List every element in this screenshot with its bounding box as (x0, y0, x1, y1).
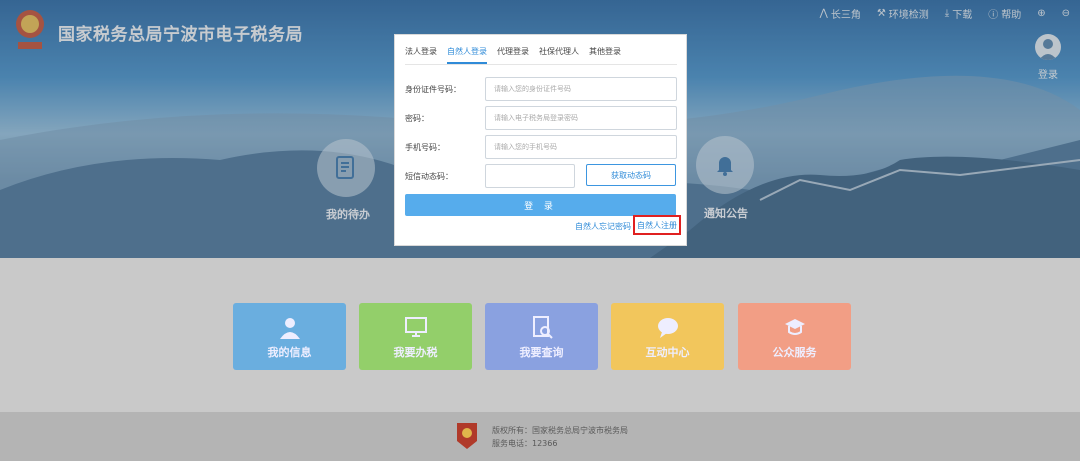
monitor-icon (404, 316, 427, 337)
tab-other[interactable]: 其他登录 (589, 45, 621, 64)
graduation-cap-icon (784, 318, 805, 335)
tile-interaction[interactable]: 互动中心 (611, 303, 724, 370)
password-input[interactable]: 请输入电子税务局登录密码 (485, 106, 677, 130)
password-row: 密码： 请输入电子税务局登录密码 (405, 106, 677, 130)
sms-code-input[interactable] (485, 164, 575, 188)
person-icon (279, 317, 300, 339)
id-input[interactable]: 请输入您的身份证件号码 (485, 77, 677, 101)
tile-query[interactable]: 我要查询 (485, 303, 598, 370)
tab-natural-person[interactable]: 自然人登录 (447, 45, 487, 64)
tile-tax-handle[interactable]: 我要办税 (359, 303, 472, 370)
tile-my-info[interactable]: 我的信息 (233, 303, 346, 370)
footer-emblem-logo (457, 423, 477, 449)
get-code-button[interactable]: 获取动态码 (586, 164, 676, 186)
forgot-password-link[interactable]: 自然人忘记密码 (575, 221, 631, 232)
id-label: 身份证件号码： (405, 84, 461, 94)
chat-bubble-icon (657, 317, 678, 338)
tile-public-service[interactable]: 公众服务 (738, 303, 851, 370)
id-row: 身份证件号码： 请输入您的身份证件号码 (405, 77, 677, 101)
tab-agent[interactable]: 代理登录 (497, 45, 529, 64)
login-dialog: 法人登录 自然人登录 代理登录 社保代理人 其他登录 身份证件号码： 请输入您的… (394, 34, 687, 246)
footer-text: 版权所有：国家税务总局宁波市税务局 服务电话：12366 (492, 424, 628, 450)
login-submit-button[interactable]: 登 录 (405, 194, 676, 216)
footer-copyright: 版权所有：国家税务总局宁波市税务局 (492, 426, 628, 435)
tab-social-agent[interactable]: 社保代理人 (539, 45, 579, 64)
footer-phone: 服务电话：12366 (492, 439, 558, 448)
phone-label: 手机号码： (405, 142, 445, 152)
tab-legal-person[interactable]: 法人登录 (405, 45, 437, 64)
login-tabs: 法人登录 自然人登录 代理登录 社保代理人 其他登录 (405, 45, 677, 65)
search-document-icon (532, 315, 553, 339)
register-link[interactable]: 自然人注册 (633, 215, 681, 235)
phone-row: 手机号码： 请输入您的手机号码 (405, 135, 677, 159)
password-label: 密码： (405, 113, 429, 123)
sms-label: 短信动态码： (405, 171, 453, 181)
phone-input[interactable]: 请输入您的手机号码 (485, 135, 677, 159)
